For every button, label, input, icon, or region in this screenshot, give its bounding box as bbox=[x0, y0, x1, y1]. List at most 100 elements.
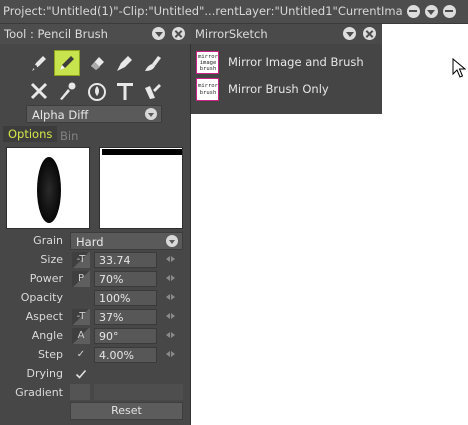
power-modifier-button[interactable]: P bbox=[72, 271, 90, 287]
text-tool-icon bbox=[117, 83, 133, 100]
chevron-down-icon bbox=[345, 32, 354, 37]
size-value: 33.74 bbox=[99, 254, 131, 267]
angle-field[interactable]: 90° bbox=[94, 328, 157, 344]
size-modifier-button[interactable]: -T bbox=[72, 252, 90, 268]
chevron-down-icon bbox=[145, 108, 157, 120]
selection-brush-button[interactable] bbox=[140, 78, 166, 104]
grain-dropdown[interactable]: Hard bbox=[70, 232, 183, 250]
size-row: Size -T 33.74 bbox=[0, 251, 190, 269]
mirror-image-and-brush-label: Mirror Image and Brush bbox=[228, 55, 364, 69]
drawing-canvas[interactable] bbox=[191, 114, 468, 425]
minimize-icon bbox=[406, 4, 420, 18]
size-label: Size bbox=[40, 253, 63, 266]
tab-bin[interactable]: Bin bbox=[55, 128, 83, 144]
restore-icon bbox=[442, 4, 456, 18]
mirror-image-and-brush-thumb: mirror image brush bbox=[196, 51, 219, 74]
power-row: Power P 70% bbox=[0, 270, 190, 288]
angle-stepper[interactable] bbox=[166, 331, 180, 340]
mirrorsketch-panel: MirrorSketch mirror image brush Mirror I… bbox=[191, 24, 382, 114]
step-stepper[interactable] bbox=[166, 350, 180, 359]
tool-panel-header: Tool : Pencil Brush bbox=[0, 24, 191, 44]
fill-drop-icon bbox=[88, 83, 106, 101]
thumb-text: mirror bbox=[198, 83, 218, 89]
restore-button[interactable] bbox=[442, 4, 456, 18]
tool-panel-menu-button[interactable] bbox=[152, 27, 165, 40]
opacity-row: Opacity 100% bbox=[0, 289, 190, 307]
power-value: 70% bbox=[99, 273, 124, 286]
step-checkbox[interactable]: ✓ bbox=[72, 347, 90, 363]
window-titlebar: Project:"Untitled(1)"-Clip:"Untitled"...… bbox=[0, 0, 468, 24]
reset-button[interactable]: Reset bbox=[70, 402, 183, 420]
tab-options[interactable]: Options bbox=[3, 126, 58, 142]
pen-tool-button[interactable] bbox=[26, 50, 52, 76]
chevron-down-icon bbox=[166, 235, 178, 247]
chevron-down-icon bbox=[154, 32, 163, 37]
stroke-preview bbox=[99, 147, 183, 229]
step-value: 4.00% bbox=[99, 349, 134, 362]
pen-tool-icon bbox=[32, 56, 46, 71]
step-row: Step ✓ 4.00% bbox=[0, 346, 190, 364]
mirrorsketch-close-button[interactable] bbox=[363, 27, 376, 40]
thumb-text: brush bbox=[199, 66, 217, 72]
minimize-button[interactable] bbox=[406, 4, 420, 18]
mouse-cursor-icon bbox=[452, 58, 466, 78]
tool-panel: Tool : Pencil Brush Alpha Diff Options B… bbox=[0, 24, 191, 425]
brush-tip-preview bbox=[6, 147, 90, 229]
mirror-image-and-brush-item[interactable]: mirror image brush Mirror Image and Brus… bbox=[195, 51, 379, 75]
grain-value: Hard bbox=[76, 235, 104, 249]
eraser-icon bbox=[91, 57, 104, 70]
blend-mode-dropdown[interactable]: Alpha Diff bbox=[26, 105, 162, 123]
marker-icon bbox=[117, 56, 132, 71]
opacity-field[interactable]: 100% bbox=[94, 290, 157, 306]
dropper-button[interactable] bbox=[54, 78, 80, 104]
power-stepper[interactable] bbox=[166, 274, 180, 283]
drying-row: Drying bbox=[0, 365, 190, 383]
angle-label: Angle bbox=[31, 329, 63, 342]
stroke-preview-shape bbox=[102, 149, 182, 155]
aspect-stepper[interactable] bbox=[166, 312, 180, 321]
size-stepper[interactable] bbox=[166, 255, 180, 264]
step-field[interactable]: 4.00% bbox=[94, 347, 157, 363]
step-label: Step bbox=[37, 348, 63, 361]
gradient-swatch[interactable] bbox=[70, 384, 90, 400]
angle-modifier-button[interactable]: A bbox=[72, 328, 90, 344]
size-field[interactable]: 33.74 bbox=[94, 252, 157, 268]
mirrorsketch-header: MirrorSketch bbox=[191, 24, 382, 44]
mirror-brush-only-thumb: mirror brush bbox=[196, 78, 219, 101]
drying-checkbox[interactable] bbox=[75, 368, 87, 380]
airbrush-button[interactable] bbox=[140, 50, 166, 76]
pencil-brush-icon bbox=[60, 56, 74, 70]
mirror-brush-only-label: Mirror Brush Only bbox=[228, 82, 329, 96]
mirror-brush-only-item[interactable]: mirror brush Mirror Brush Only bbox=[195, 78, 379, 102]
airbrush-icon bbox=[145, 56, 161, 71]
crossed-brushes-button[interactable] bbox=[26, 78, 52, 104]
drying-label: Drying bbox=[26, 367, 63, 380]
thumb-text: brush bbox=[199, 90, 217, 96]
opacity-stepper[interactable] bbox=[166, 293, 180, 302]
text-tool-button[interactable] bbox=[112, 78, 138, 104]
aspect-value: 37% bbox=[99, 311, 124, 324]
opacity-label: Opacity bbox=[20, 291, 63, 304]
gradient-bar[interactable] bbox=[94, 384, 183, 400]
aspect-modifier-button[interactable]: -T bbox=[72, 309, 90, 325]
aspect-field[interactable]: 37% bbox=[94, 309, 157, 325]
mirrorsketch-menu-button[interactable] bbox=[343, 27, 356, 40]
fill-drop-button[interactable] bbox=[84, 78, 110, 104]
marker-button[interactable] bbox=[112, 50, 138, 76]
power-label: Power bbox=[29, 272, 63, 285]
power-field[interactable]: 70% bbox=[94, 271, 157, 287]
opacity-value: 100% bbox=[99, 292, 131, 305]
gradient-row: Gradient bbox=[0, 384, 190, 402]
blend-mode-value: Alpha Diff bbox=[32, 108, 89, 122]
angle-value: 90° bbox=[99, 330, 119, 343]
dropper-icon bbox=[60, 82, 76, 100]
tool-panel-close-button[interactable] bbox=[172, 27, 185, 40]
chevron-down-icon bbox=[424, 4, 438, 18]
menu-dropdown-button[interactable] bbox=[424, 4, 438, 18]
aspect-label: Aspect bbox=[25, 310, 63, 323]
eraser-button[interactable] bbox=[84, 50, 110, 76]
window-title: Project:"Untitled(1)"-Clip:"Untitled"...… bbox=[3, 4, 403, 18]
pencil-brush-button[interactable] bbox=[54, 50, 80, 76]
angle-row: Angle A 90° bbox=[0, 327, 190, 345]
grain-label: Grain bbox=[33, 234, 63, 247]
